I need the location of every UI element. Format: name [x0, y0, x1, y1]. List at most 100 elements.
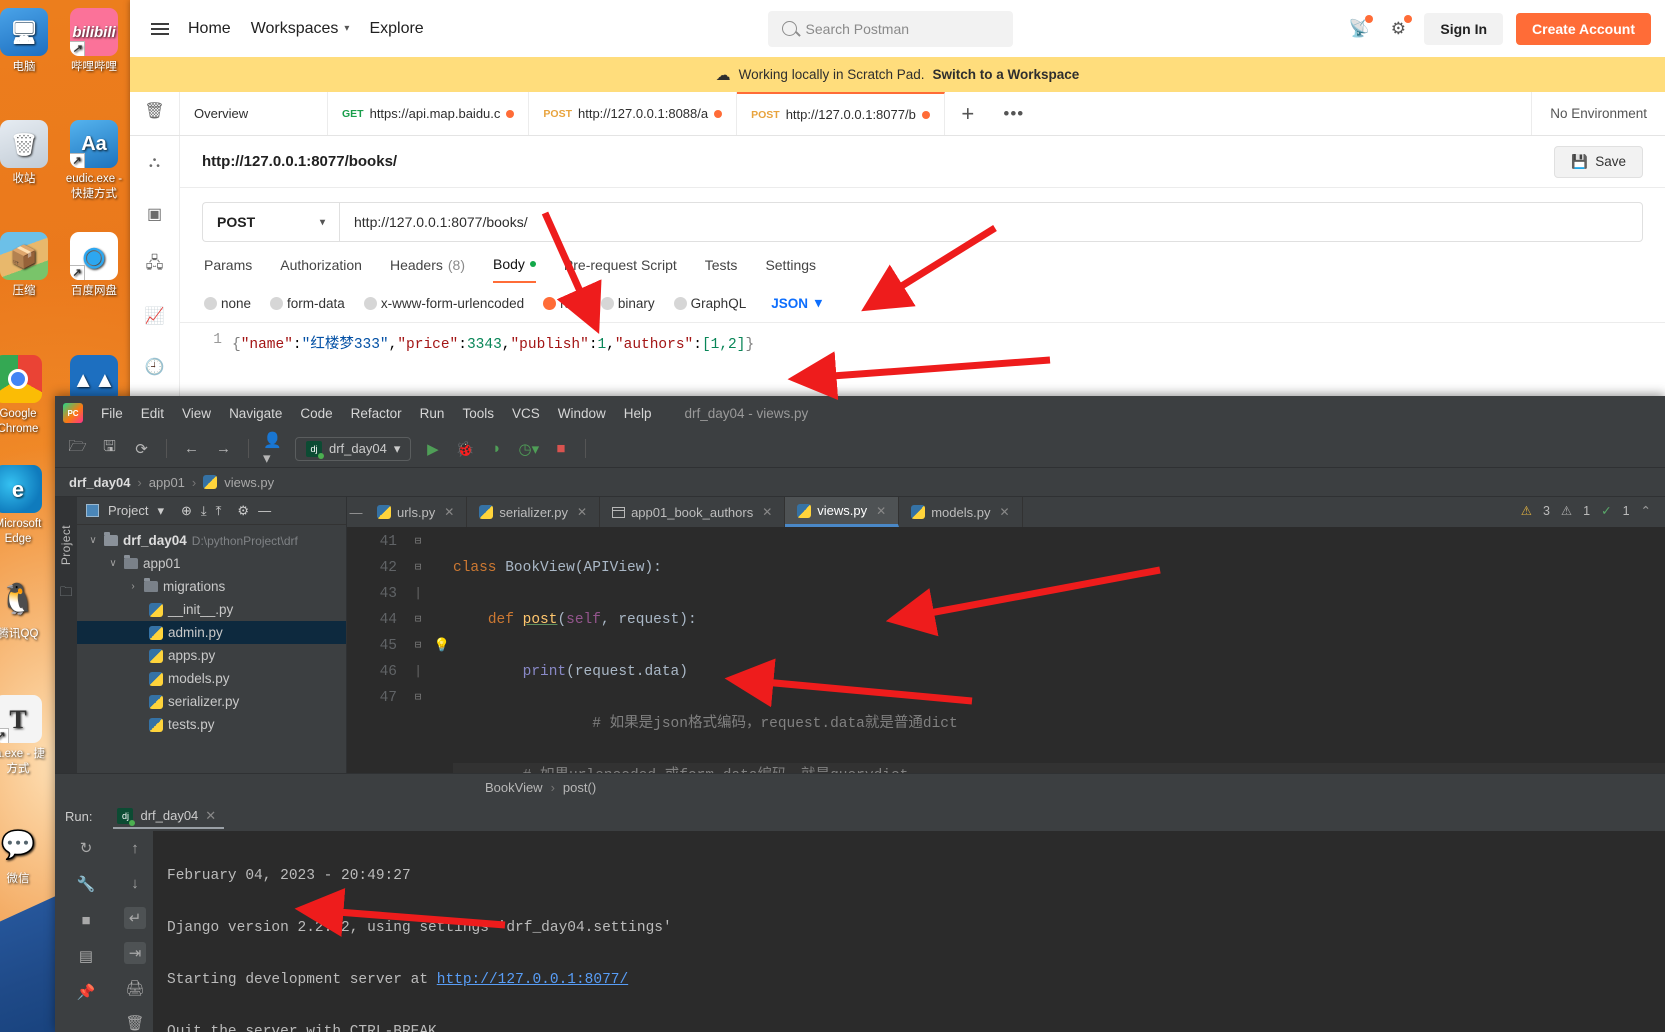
settings-wrench-icon[interactable]: 🔧 [75, 873, 97, 895]
menu-window[interactable]: Window [549, 402, 615, 425]
tree-item-app01[interactable]: ∨ app01 [77, 552, 346, 575]
tabs-overflow-icon[interactable]: — [347, 497, 365, 527]
collections-icon[interactable]: ⛬ [144, 152, 166, 174]
menu-view[interactable]: View [173, 402, 220, 425]
desktop-icon-baidu-netdisk[interactable]: ◉ ↗ 百度网盘 [62, 232, 126, 299]
create-account-button[interactable]: Create Account [1516, 13, 1651, 45]
tab-headers[interactable]: Headers (8) [390, 256, 465, 283]
scroll-up-icon[interactable]: ↑ [124, 837, 146, 859]
sign-in-button[interactable]: Sign In [1424, 13, 1503, 45]
run-configuration-selector[interactable]: dj drf_day04 ▾ [295, 437, 411, 461]
tab-body[interactable]: Body [493, 256, 536, 283]
menu-code[interactable]: Code [291, 402, 341, 425]
desktop-icon-wechat[interactable]: 💬 微信 [0, 820, 50, 887]
pin-icon[interactable]: 📌 [75, 981, 97, 1003]
tab-params[interactable]: Params [204, 256, 252, 283]
layout-icon[interactable]: ▤ [75, 945, 97, 967]
tab-more-button[interactable]: ••• [991, 92, 1037, 135]
chevron-right-icon[interactable]: › [127, 581, 139, 592]
search-input[interactable]: Search Postman [768, 11, 1013, 47]
body-type-form-data[interactable]: form-data [270, 296, 345, 311]
satellite-icon[interactable]: 📡 [1346, 16, 1372, 42]
tree-item-models-py[interactable]: models.py [77, 667, 346, 690]
tab-request-8077[interactable]: POST http://127.0.0.1:8077/b [737, 92, 945, 135]
fold-marker[interactable]: ⊟ [405, 633, 431, 659]
minimize-icon[interactable]: — [258, 503, 271, 518]
apis-icon[interactable]: ▣ [144, 203, 166, 225]
nav-explore[interactable]: Explore [359, 14, 433, 44]
inspection-status[interactable]: ⚠ 3 ⚠ 1 ✓ 1 ⌃ [1521, 503, 1651, 518]
open-folder-icon[interactable]: 🗁 [67, 438, 88, 459]
body-format-select[interactable]: JSON ▾ [771, 295, 822, 311]
tab-request-8088[interactable]: POST http://127.0.0.1:8088/a [529, 92, 737, 135]
nav-home[interactable]: Home [178, 14, 241, 44]
expand-icon[interactable]: ⤒ [216, 503, 222, 519]
breadcrumb-project[interactable]: drf_day04 [69, 475, 130, 490]
code-content[interactable]: 41 42 43 44 45 46 47 ⊟ ⊟ │ ⊟ ⊟ │ ⊟ [347, 527, 1665, 773]
gear-icon[interactable]: ⚙ [1385, 16, 1411, 42]
editor-tab-serializer-py[interactable]: serializer.py ✕ [467, 497, 600, 527]
tree-item-apps-py[interactable]: apps.py [77, 644, 346, 667]
sync-icon[interactable]: ⟳ [131, 438, 152, 459]
body-raw-editor[interactable]: 1 {"name":"红楼梦333","price":3343,"publish… [180, 323, 1665, 353]
run-icon[interactable]: ▶ [422, 438, 443, 459]
body-type-urlencoded[interactable]: x-www-form-urlencoded [364, 296, 524, 311]
body-type-binary[interactable]: binary [601, 296, 655, 311]
trash-icon[interactable]: 🗑 [124, 1012, 146, 1032]
vcs-update-icon[interactable]: 👤▾ [263, 438, 284, 459]
tab-request-baidu[interactable]: GET https://api.map.baidu.c [328, 92, 529, 135]
desktop-icon-archiver[interactable]: 📦 压缩 [0, 232, 56, 299]
new-tab-button[interactable]: + [945, 92, 991, 135]
breadcrumb-app[interactable]: app01 [149, 475, 185, 490]
desktop-icon-texstudio[interactable]: T ↗ ra.exe - 捷方式 [0, 695, 50, 777]
collapse-all-icon[interactable]: ⤓ [201, 503, 207, 519]
scroll-down-icon[interactable]: ↓ [124, 872, 146, 894]
tree-item-migrations[interactable]: › migrations [77, 575, 346, 598]
close-icon[interactable]: ✕ [577, 505, 587, 519]
tree-item-tests-py[interactable]: tests.py [77, 713, 346, 736]
save-all-icon[interactable]: 🖫 [99, 438, 120, 459]
fold-marker[interactable]: ⊟ [405, 607, 431, 633]
desktop-icon-eudic[interactable]: Aa ↗ eudic.exe - 快捷方式 [62, 120, 126, 202]
menu-edit[interactable]: Edit [132, 402, 173, 425]
close-icon[interactable]: ✕ [205, 808, 216, 824]
tab-overview[interactable]: Overview [180, 92, 328, 135]
code-fold-gutter[interactable]: ⊟ ⊟ │ ⊟ ⊟ │ ⊟ [405, 529, 431, 773]
chevron-down-icon[interactable]: ∨ [87, 535, 99, 546]
close-icon[interactable]: ✕ [762, 505, 772, 519]
close-icon[interactable]: ✕ [444, 505, 454, 519]
monitor-icon[interactable]: 📈 [144, 305, 166, 327]
tree-item-serializer-py[interactable]: serializer.py [77, 690, 346, 713]
profile-icon[interactable]: ◷▾ [518, 438, 539, 459]
body-type-graphql[interactable]: GraphQL [674, 296, 747, 311]
hamburger-icon[interactable] [142, 11, 178, 47]
desktop-icon-bilibili[interactable]: bilibili ↗ 哔哩哔哩 [62, 8, 126, 75]
method-select[interactable]: POST ▾ [202, 202, 339, 242]
editor-tab-app01-book-authors[interactable]: app01_book_authors ✕ [600, 497, 785, 527]
console-output[interactable]: February 04, 2023 - 20:49:27 Django vers… [153, 831, 1665, 1032]
project-tool-label[interactable]: Project [59, 525, 73, 565]
structure-method[interactable]: post() [563, 780, 596, 795]
locate-icon[interactable]: ⊕ [181, 503, 192, 519]
close-icon[interactable]: ✕ [999, 505, 1009, 519]
back-arrow-icon[interactable]: ← [181, 438, 202, 459]
debug-icon[interactable]: 🐞 [454, 438, 475, 459]
settings-icon[interactable]: ⚙ [237, 503, 249, 519]
body-type-none[interactable]: none [204, 296, 251, 311]
tab-settings[interactable]: Settings [765, 256, 816, 283]
tree-item-admin-py[interactable]: admin.py [77, 621, 346, 644]
structure-folder-icon[interactable]: 🗀 [59, 583, 72, 605]
tab-pre-request-script[interactable]: Pre-request Script [564, 256, 677, 283]
menu-refactor[interactable]: Refactor [342, 402, 411, 425]
tab-authorization[interactable]: Authorization [280, 256, 362, 283]
print-icon[interactable]: 🖨 [124, 977, 146, 999]
structure-class[interactable]: BookView [485, 780, 543, 795]
tree-item-drf-day04[interactable]: ∨ drf_day04 D:\pythonProject\drf [77, 529, 346, 552]
menu-tools[interactable]: Tools [453, 402, 503, 425]
editor-tab-models-py[interactable]: models.py ✕ [899, 497, 1022, 527]
environment-selector[interactable]: No Environment [1531, 92, 1665, 135]
scroll-to-end-icon[interactable]: ⇥ [124, 942, 146, 964]
fold-marker[interactable]: ⊟ [405, 555, 431, 581]
fold-marker[interactable]: ⊟ [405, 529, 431, 555]
chevron-up-icon[interactable]: ⌃ [1641, 503, 1651, 518]
